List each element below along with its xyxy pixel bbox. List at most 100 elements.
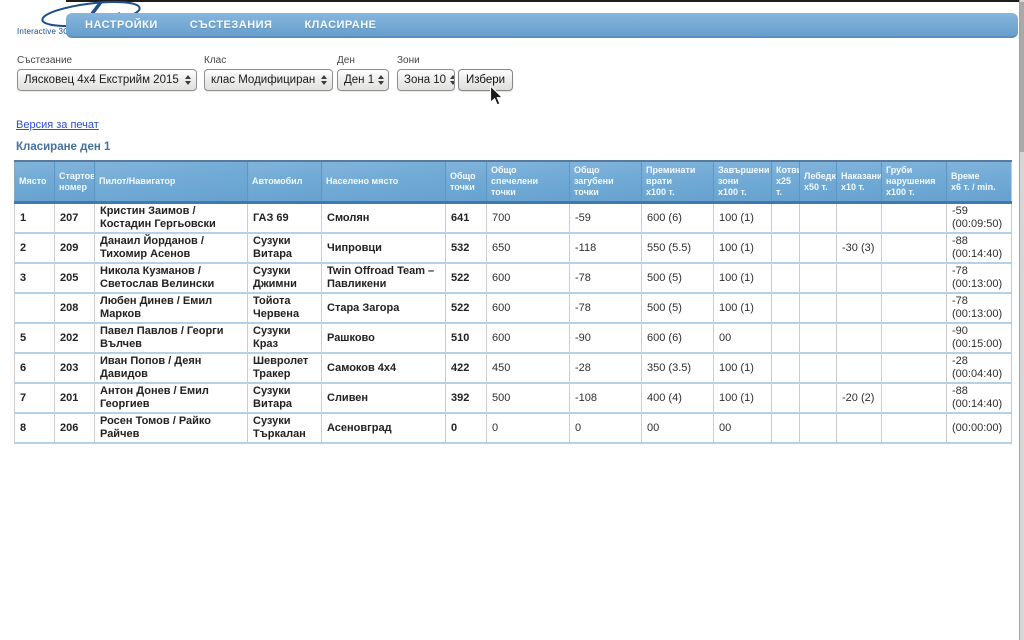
- table-cell: [837, 353, 882, 383]
- table-cell: [882, 293, 947, 323]
- table-cell: [772, 383, 800, 413]
- brand-name: Interactive 3G: [17, 27, 70, 36]
- select-spinner-icon: [378, 75, 384, 85]
- table-cell: -78: [570, 293, 642, 323]
- table-cell: 100 (1): [714, 233, 772, 263]
- table-cell: Любен Динев / Емил Марков: [95, 293, 248, 323]
- table-cell: Сузуки Витара: [248, 383, 322, 413]
- column-header: Общо точки: [446, 161, 487, 203]
- table-cell: -28: [570, 353, 642, 383]
- ranking-table-container: МястоСтартов номерПилот/НавигаторАвтомоб…: [14, 160, 1012, 444]
- table-cell: Сузуки Краз: [248, 323, 322, 353]
- table-cell: -28 (00:04:40): [947, 353, 1012, 383]
- ranking-table: МястоСтартов номерПилот/НавигаторАвтомоб…: [14, 160, 1012, 444]
- class-label: Клас: [204, 55, 333, 66]
- table-cell: 5: [15, 323, 55, 353]
- table-cell: -88 (00:14:40): [947, 383, 1012, 413]
- column-header: Време x6 т. / min.: [947, 161, 1012, 203]
- table-cell: [882, 383, 947, 413]
- table-cell: -78: [570, 263, 642, 293]
- table-cell: 450: [487, 353, 570, 383]
- main-nav: НАСТРОЙКИ СЪСТЕЗАНИЯ КЛАСИРАНЕ: [66, 13, 1018, 38]
- class-select-value: клас Модифициран: [211, 74, 315, 86]
- column-header: Място: [15, 161, 55, 203]
- table-cell: 500 (5): [642, 293, 714, 323]
- table-cell: [772, 203, 800, 234]
- table-cell: Никола Кузманов / Светослав Велински: [95, 263, 248, 293]
- table-cell: Сузуки Джимни: [248, 263, 322, 293]
- table-cell: 522: [446, 293, 487, 323]
- table-cell: 650: [487, 233, 570, 263]
- table-cell: [772, 323, 800, 353]
- table-cell: 208: [55, 293, 95, 323]
- table-cell: 00: [642, 413, 714, 443]
- table-cell: [882, 203, 947, 234]
- table-cell: [837, 263, 882, 293]
- table-header-row: МястоСтартов номерПилот/НавигаторАвтомоб…: [15, 161, 1012, 203]
- column-header: Населено място: [322, 161, 446, 203]
- table-cell: ГАЗ 69: [248, 203, 322, 234]
- table-cell: [15, 293, 55, 323]
- top-border-line: [66, 0, 1024, 2]
- table-cell: [837, 203, 882, 234]
- column-header: Завършени зони x100 т.: [714, 161, 772, 203]
- table-cell: 500 (5): [642, 263, 714, 293]
- table-cell: [837, 413, 882, 443]
- table-cell: 532: [446, 233, 487, 263]
- table-row: 3205Никола Кузманов / Светослав Велински…: [15, 263, 1012, 293]
- nav-item-competitions[interactable]: СЪСТЕЗАНИЯ: [181, 19, 282, 31]
- column-header: Пилот/Навигатор: [95, 161, 248, 203]
- day-select[interactable]: Ден 1: [337, 69, 389, 91]
- table-cell: Росен Томов / Райко Райчев: [95, 413, 248, 443]
- table-cell: Асеновград: [322, 413, 446, 443]
- day-select-value: Ден 1: [344, 74, 374, 86]
- table-cell: 100 (1): [714, 383, 772, 413]
- column-header: Общо загубени точки: [570, 161, 642, 203]
- select-spinner-icon: [185, 75, 191, 85]
- table-cell: 100 (1): [714, 353, 772, 383]
- day-label: Ден: [337, 55, 389, 66]
- table-cell: Смолян: [322, 203, 446, 234]
- table-cell: -59 (00:09:50): [947, 203, 1012, 234]
- table-cell: [800, 323, 837, 353]
- print-version-link[interactable]: Версия за печат: [16, 119, 99, 131]
- zone-select[interactable]: Зона 10: [397, 69, 455, 91]
- table-row: 2209Данаил Йорданов / Тихомир АсеновСузу…: [15, 233, 1012, 263]
- table-cell: [800, 293, 837, 323]
- table-cell: Чипровци: [322, 233, 446, 263]
- table-row: 8206Росен Томов / Райко РайчевСузуки Тър…: [15, 413, 1012, 443]
- table-cell: 6: [15, 353, 55, 383]
- table-cell: Павел Павлов / Георги Вълчев: [95, 323, 248, 353]
- select-button[interactable]: Избери: [458, 69, 513, 91]
- table-cell: 203: [55, 353, 95, 383]
- vertical-scrollbar[interactable]: [1019, 0, 1024, 640]
- table-cell: Антон Донев / Емил Георгиев: [95, 383, 248, 413]
- column-header: Автомобил: [248, 161, 322, 203]
- table-row: 5202Павел Павлов / Георги ВълчевСузуки К…: [15, 323, 1012, 353]
- table-cell: Иван Попов / Деян Давидов: [95, 353, 248, 383]
- competition-field: Състезание Лясковец 4x4 Екстрийм 2015: [17, 55, 197, 91]
- column-header: Лебедки x50 т.: [800, 161, 837, 203]
- table-row: 1207Кристин Заимов / Костадин Гергьовски…: [15, 203, 1012, 234]
- table-cell: 2: [15, 233, 55, 263]
- nav-item-rankings[interactable]: КЛАСИРАНЕ: [295, 19, 385, 31]
- table-cell: 201: [55, 383, 95, 413]
- table-cell: 700: [487, 203, 570, 234]
- table-cell: 522: [446, 263, 487, 293]
- table-cell: 0: [570, 413, 642, 443]
- table-cell: Сливен: [322, 383, 446, 413]
- class-select[interactable]: клас Модифициран: [204, 69, 333, 91]
- table-cell: [772, 263, 800, 293]
- table-cell: 392: [446, 383, 487, 413]
- nav-item-settings[interactable]: НАСТРОЙКИ: [76, 19, 167, 31]
- table-cell: 209: [55, 233, 95, 263]
- table-cell: Кристин Заимов / Костадин Гергьовски: [95, 203, 248, 234]
- competition-select[interactable]: Лясковец 4x4 Екстрийм 2015: [17, 69, 197, 91]
- table-cell: 202: [55, 323, 95, 353]
- competition-label: Състезание: [17, 55, 197, 66]
- table-cell: 600 (6): [642, 203, 714, 234]
- table-cell: 100 (1): [714, 203, 772, 234]
- scrollbar-thumb[interactable]: [1020, 2, 1024, 152]
- table-cell: Шевролет Тракер: [248, 353, 322, 383]
- table-cell: [882, 323, 947, 353]
